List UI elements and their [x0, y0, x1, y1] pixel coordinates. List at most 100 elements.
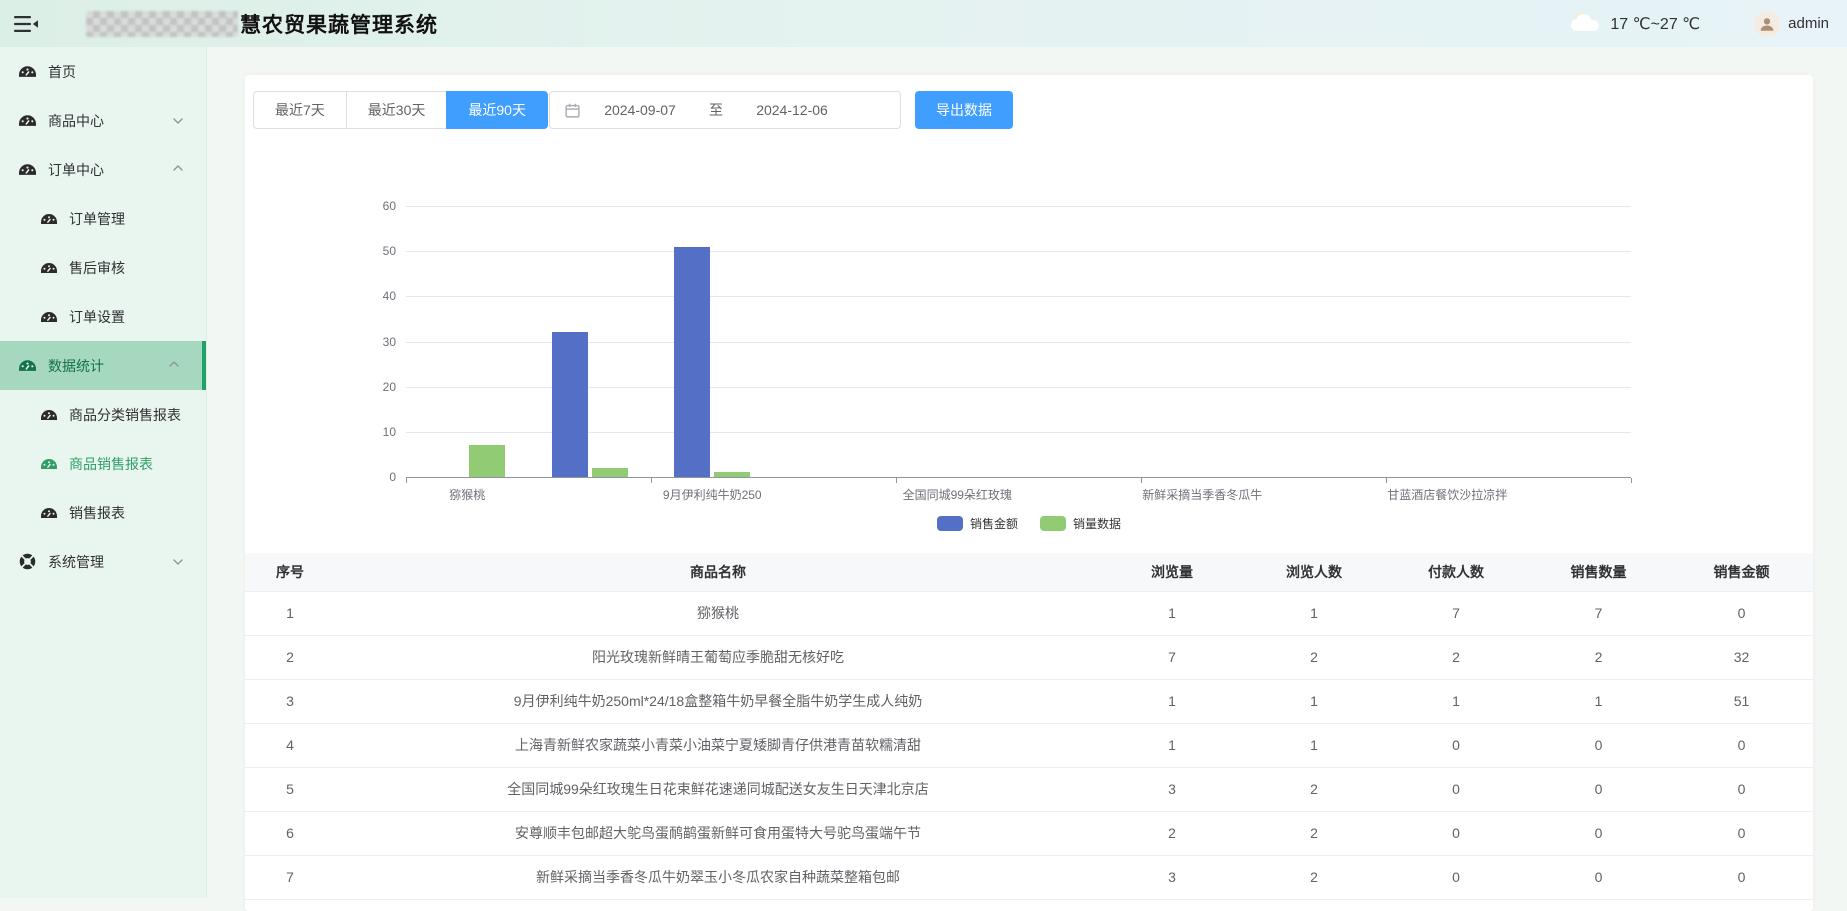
table-cell: 7 [245, 855, 335, 899]
x-axis-category-label: 新鲜采摘当季香冬瓜牛 [1142, 486, 1262, 503]
weather-cloud-icon [1568, 9, 1602, 38]
sales-bar-chart: 0102030405060猕猴桃9月伊利纯牛奶250全国同城99朵红玫瑰新鲜采摘… [245, 75, 1813, 545]
chart-plot-area: 0102030405060猕猴桃9月伊利纯牛奶250全国同城99朵红玫瑰新鲜采摘… [406, 206, 1631, 477]
gridline-20 [406, 387, 1631, 388]
sidebar-item-6[interactable]: 数据统计 [0, 341, 206, 390]
table-cell: 4 [245, 723, 335, 767]
sidebar-item-4[interactable]: 售后审核 [0, 243, 206, 292]
sidebar-item-10[interactable]: 系统管理 [0, 537, 206, 586]
avatar [1754, 11, 1780, 37]
table-cell: 2 [1243, 811, 1385, 855]
dashboard-icon [41, 407, 57, 423]
sidebar-item-2[interactable]: 订单中心 [0, 145, 206, 194]
gridline-50 [406, 251, 1631, 252]
bar-销售金额-2 [674, 247, 710, 477]
table-cell: 3 [1101, 767, 1243, 811]
user-menu[interactable]: admin [1754, 11, 1829, 37]
weather-widget: 17 ℃~27 ℃ [1568, 9, 1700, 38]
table-cell: 2 [1101, 811, 1243, 855]
table-cell: 1 [1101, 679, 1243, 723]
dashboard-icon [19, 112, 36, 129]
dashboard-icon [41, 505, 57, 521]
column-header-付款人数: 付款人数 [1385, 553, 1527, 591]
table-cell: 0 [1385, 855, 1527, 899]
legend-item-销售金额[interactable]: 销售金额 [937, 515, 1018, 532]
sidebar-item-1[interactable]: 商品中心 [0, 96, 206, 145]
chevron-up-icon [172, 163, 184, 175]
table-cell: 9月伊利纯牛奶250ml*24/18盒整箱牛奶早餐全脂牛奶学生成人纯奶 [335, 679, 1101, 723]
table-cell: 新鲜采摘当季香冬瓜牛奶翠玉小冬瓜农家自种蔬菜整箱包邮 [335, 855, 1101, 899]
bar-销售金额-1 [552, 332, 588, 477]
table-cell: 32 [1670, 635, 1813, 679]
y-axis-tick-label: 10 [356, 425, 396, 439]
legend-label: 销售金额 [970, 515, 1018, 532]
table-cell: 3 [1101, 855, 1243, 899]
table-cell: 0 [1670, 723, 1813, 767]
table-cell: 上海青新鲜农家蔬菜小青菜小油菜宁夏矮脚青仔供港青苗软糯清甜 [335, 723, 1101, 767]
sidebar-item-label: 订单管理 [69, 209, 125, 229]
sidebar-item-7[interactable]: 商品分类销售报表 [0, 390, 206, 439]
table-cell: 1 [1243, 591, 1385, 635]
table-cell: 7 [1385, 591, 1527, 635]
sidebar-item-label: 订单中心 [48, 160, 104, 180]
content-card: 最近7天最近30天最近90天 2024-09-07 至 2024-12-06 导… [245, 75, 1813, 911]
range-button-最近90天[interactable]: 最近90天 [446, 91, 548, 129]
bar-销量数据-2 [714, 472, 750, 477]
sidebar-item-label: 商品销售报表 [69, 454, 153, 474]
y-axis-tick-label: 50 [356, 244, 396, 258]
x-axis-category-label: 全国同城99朵红玫瑰 [903, 486, 1012, 503]
bar-销量数据-0 [469, 445, 505, 477]
table-cell: 2 [1243, 635, 1385, 679]
gridline-30 [406, 342, 1631, 343]
app-header: 慧农贸果蔬管理系统 17 ℃~27 ℃ admin [0, 0, 1847, 47]
collapse-menu-icon[interactable] [14, 12, 38, 36]
column-header-浏览人数: 浏览人数 [1243, 553, 1385, 591]
x-axis-tick [1141, 478, 1142, 483]
gridline-60 [406, 206, 1631, 207]
y-axis-tick-label: 60 [356, 199, 396, 213]
column-header-序号: 序号 [245, 553, 335, 591]
sidebar-item-5[interactable]: 订单设置 [0, 292, 206, 341]
legend-item-销量数据[interactable]: 销量数据 [1040, 515, 1121, 532]
table-cell: 0 [1385, 811, 1527, 855]
sidebar-item-label: 订单设置 [69, 307, 125, 327]
table-cell: 2 [1385, 635, 1527, 679]
table-cell: 全国同城99朵红玫瑰生日花束鲜花速递同城配送女友生日天津北京店 [335, 767, 1101, 811]
x-axis-tick [1386, 478, 1387, 483]
y-axis-tick-label: 20 [356, 380, 396, 394]
chart-legend: 销售金额 销量数据 [245, 515, 1813, 532]
legend-swatch [937, 516, 963, 531]
sidebar-item-0[interactable]: 首页 [0, 47, 206, 96]
table-cell: 2 [1243, 767, 1385, 811]
chevron-down-icon [172, 555, 184, 567]
gridline-40 [406, 296, 1631, 297]
table-cell: 1 [245, 591, 335, 635]
sidebar-item-9[interactable]: 销售报表 [0, 488, 206, 537]
sidebar-item-3[interactable]: 订单管理 [0, 194, 206, 243]
x-axis-tick [896, 478, 897, 483]
column-header-销售数量: 销售数量 [1527, 553, 1670, 591]
table-cell: 0 [1670, 767, 1813, 811]
table-row: 7新鲜采摘当季香冬瓜牛奶翠玉小冬瓜农家自种蔬菜整箱包邮32000 [245, 855, 1813, 899]
table-cell: 0 [1527, 811, 1670, 855]
table-row: 2阳光玫瑰新鲜晴王葡萄应季脆甜无核好吃722232 [245, 635, 1813, 679]
table-cell: 1 [1385, 679, 1527, 723]
table-row: 4上海青新鲜农家蔬菜小青菜小油菜宁夏矮脚青仔供港青苗软糯清甜11000 [245, 723, 1813, 767]
table-cell: 6 [245, 811, 335, 855]
table-cell: 3 [245, 679, 335, 723]
dashboard-icon [19, 161, 36, 178]
product-sales-table-wrap: 序号商品名称浏览量浏览人数付款人数销售数量销售金额 1猕猴桃117702阳光玫瑰… [245, 553, 1813, 900]
dashboard-icon [41, 260, 57, 276]
table-cell: 7 [1527, 591, 1670, 635]
sidebar-item-8[interactable]: 商品销售报表 [0, 439, 206, 488]
x-axis-category-label: 9月伊利纯牛奶250 [663, 486, 762, 503]
sidebar-item-label: 售后审核 [69, 258, 125, 278]
y-axis-tick-label: 40 [356, 289, 396, 303]
sidebar-item-label: 数据统计 [48, 356, 104, 376]
dashboard-icon [41, 211, 57, 227]
dashboard-icon [19, 63, 36, 80]
table-cell: 0 [1527, 723, 1670, 767]
table-cell: 0 [1670, 811, 1813, 855]
table-row: 6安尊顺丰包邮超大鸵鸟蛋鸸鹋蛋新鲜可食用蛋特大号驼鸟蛋端午节22000 [245, 811, 1813, 855]
dashboard-icon [41, 456, 57, 472]
